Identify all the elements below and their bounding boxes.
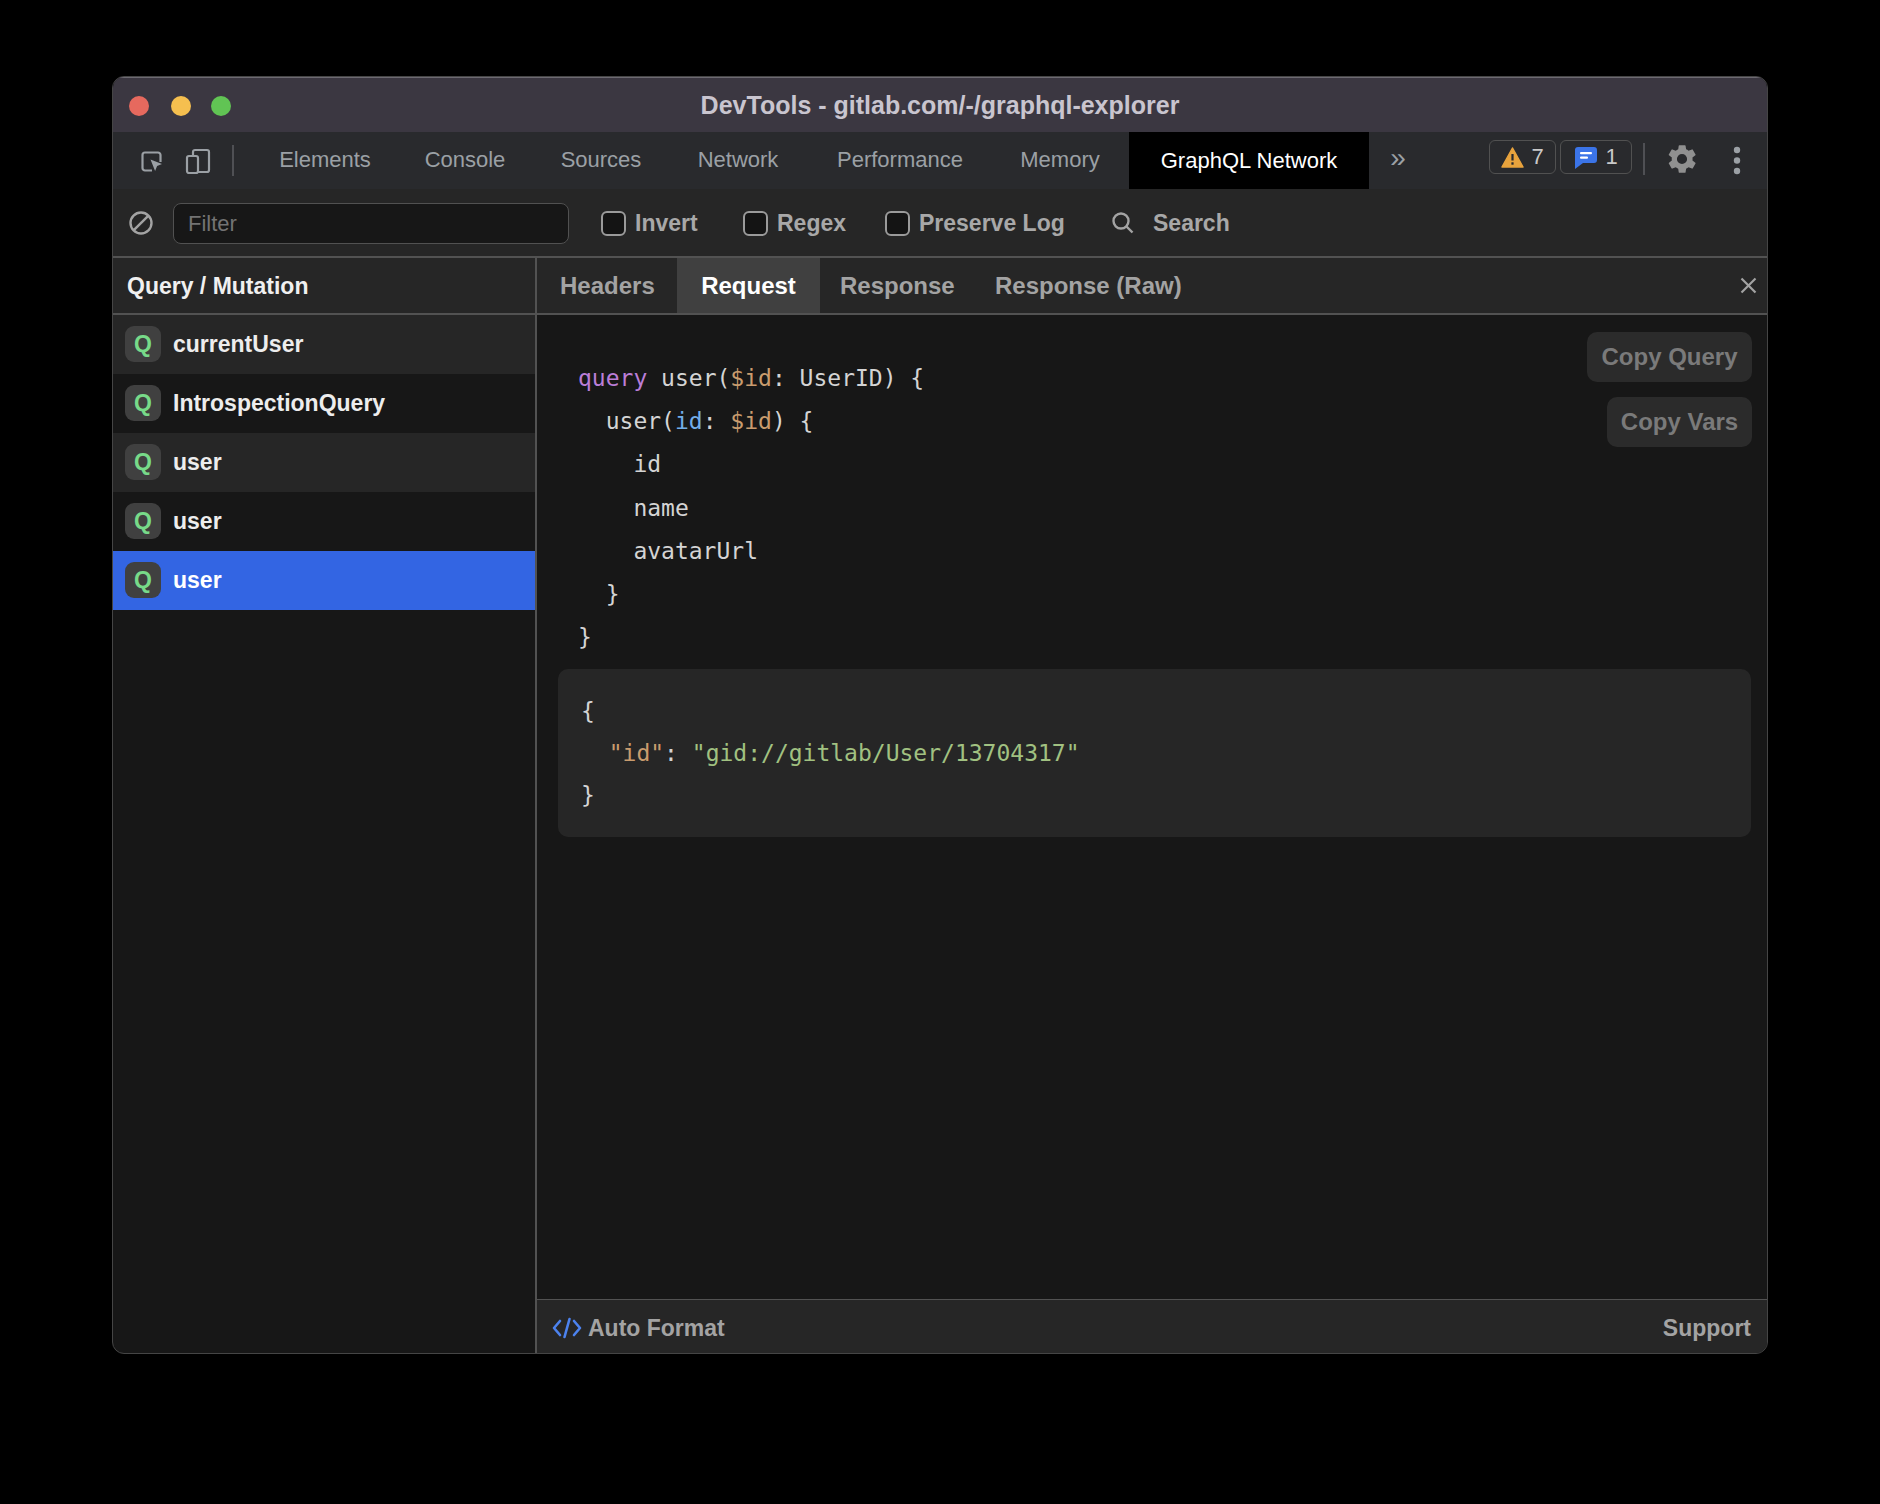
- close-panel-icon[interactable]: [1737, 274, 1760, 297]
- query-type-badge: Q: [125, 562, 161, 598]
- query-list-item[interactable]: Q user: [113, 492, 535, 551]
- tab-elements[interactable]: Elements: [279, 147, 371, 173]
- tab-sources[interactable]: Sources: [561, 147, 642, 173]
- code-line: avatarUrl: [578, 530, 924, 573]
- code-line: id: [578, 443, 924, 486]
- invert-label: Invert: [635, 210, 698, 237]
- query-list-item-selected[interactable]: Q user: [113, 551, 535, 610]
- settings-gear-icon[interactable]: [1665, 142, 1699, 176]
- clear-filter-icon[interactable]: [128, 210, 154, 236]
- query-type-badge: Q: [125, 444, 161, 480]
- devtools-window: DevTools - gitlab.com/-/graphql-explorer…: [112, 76, 1768, 1354]
- regex-checkbox[interactable]: [743, 211, 768, 236]
- query-type-badge: Q: [125, 385, 161, 421]
- detail-footer: Auto Format Support: [537, 1300, 1767, 1354]
- tab-headers[interactable]: Headers: [560, 272, 655, 300]
- minimize-window-button[interactable]: [171, 96, 191, 116]
- inspect-element-icon[interactable]: [139, 149, 164, 174]
- filter-input[interactable]: [173, 203, 569, 244]
- code-line: name: [578, 487, 924, 530]
- vars-line: "id": "gid://gitlab/User/13704317": [581, 732, 1751, 774]
- code-line: }: [578, 573, 924, 616]
- maximize-window-button[interactable]: [211, 96, 231, 116]
- warnings-badge[interactable]: 7: [1489, 140, 1556, 174]
- query-list-item[interactable]: Q IntrospectionQuery: [113, 374, 535, 433]
- code-line: user(id: $id) {: [578, 400, 924, 443]
- devtools-toolbar: Elements Console Sources Network Perform…: [113, 132, 1767, 189]
- query-list-item[interactable]: Q currentUser: [113, 315, 535, 374]
- warning-icon: [1501, 147, 1524, 168]
- close-window-button[interactable]: [129, 96, 149, 116]
- auto-format-label[interactable]: Auto Format: [588, 1314, 725, 1341]
- request-variables-box: { "id": "gid://gitlab/User/13704317"}: [558, 669, 1751, 837]
- tab-response[interactable]: Response: [840, 272, 955, 300]
- sidebar-header: Query / Mutation: [127, 272, 308, 299]
- warnings-count: 7: [1531, 144, 1543, 170]
- auto-format-icon: [551, 1315, 583, 1341]
- search-icon[interactable]: [1110, 210, 1136, 236]
- code-line: }: [578, 616, 924, 659]
- vars-line: {: [581, 690, 1751, 732]
- vars-line: }: [581, 774, 1751, 816]
- query-list: Q currentUser Q IntrospectionQuery Q use…: [113, 315, 535, 610]
- tab-network[interactable]: Network: [698, 147, 779, 173]
- search-label[interactable]: Search: [1153, 210, 1230, 237]
- toolbar-separator: [232, 145, 234, 176]
- more-tabs-icon[interactable]: »: [1390, 142, 1406, 174]
- preserve-log-label: Preserve Log: [919, 210, 1065, 237]
- messages-count: 1: [1605, 144, 1617, 170]
- tab-request[interactable]: Request: [677, 258, 820, 313]
- request-query-code: query user($id: UserID) { user(id: $id) …: [578, 357, 924, 659]
- query-list-item[interactable]: Q user: [113, 433, 535, 492]
- tab-response-raw[interactable]: Response (Raw): [995, 272, 1182, 300]
- window-titlebar: DevTools - gitlab.com/-/graphql-explorer: [113, 77, 1767, 132]
- device-toolbar-icon[interactable]: [185, 148, 211, 175]
- invert-checkbox[interactable]: [601, 211, 626, 236]
- tab-console[interactable]: Console: [425, 147, 506, 173]
- message-icon: [1574, 146, 1598, 169]
- query-type-badge: Q: [125, 503, 161, 539]
- tab-performance[interactable]: Performance: [837, 147, 963, 173]
- regex-label: Regex: [777, 210, 846, 237]
- menu-dots-icon[interactable]: [1729, 145, 1745, 176]
- window-title: DevTools - gitlab.com/-/graphql-explorer: [701, 90, 1180, 119]
- panel-divider[interactable]: [535, 258, 537, 1354]
- panel-header-bar: Query / Mutation Headers Request Respons…: [113, 258, 1767, 313]
- messages-badge[interactable]: 1: [1560, 140, 1632, 174]
- toolbar-separator-2: [1643, 143, 1645, 175]
- support-link[interactable]: Support: [1663, 1314, 1751, 1341]
- tab-graphql-network[interactable]: GraphQL Network: [1129, 132, 1369, 189]
- copy-vars-button[interactable]: Copy Vars: [1607, 397, 1752, 447]
- code-line: query user($id: UserID) {: [578, 357, 924, 400]
- query-type-badge: Q: [125, 326, 161, 362]
- tab-memory[interactable]: Memory: [1020, 147, 1099, 173]
- preserve-log-checkbox[interactable]: [885, 211, 910, 236]
- copy-query-button[interactable]: Copy Query: [1587, 332, 1752, 382]
- filter-bar: Invert Regex Preserve Log Search: [113, 189, 1767, 256]
